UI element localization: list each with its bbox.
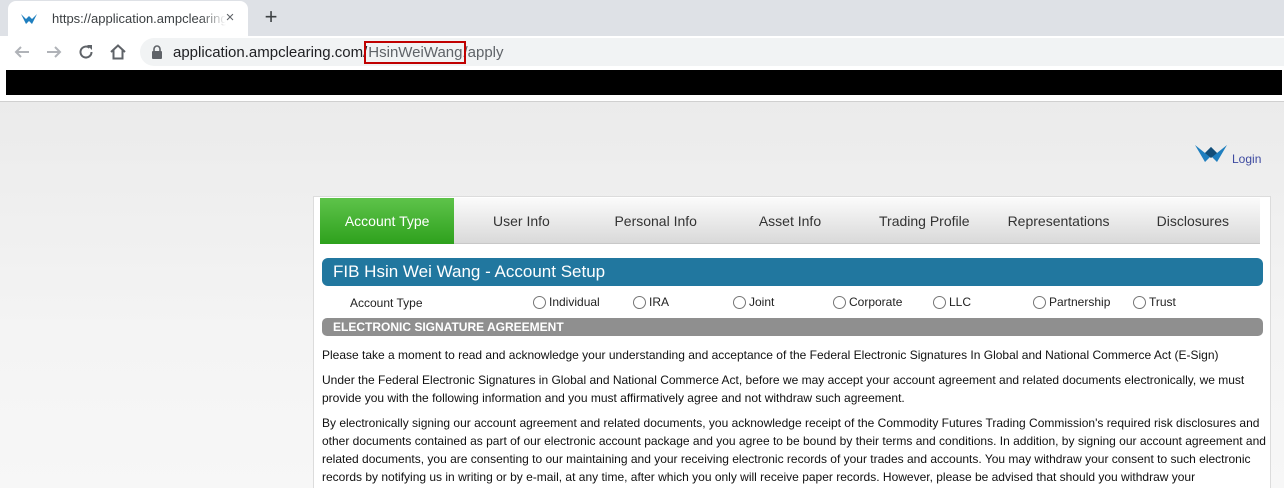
esign-paragraph: By electronically signing our account ag…: [322, 416, 1266, 484]
arrow-left-icon: [14, 46, 29, 58]
esign-paragraph: Under the Federal Electronic Signatures …: [322, 373, 1245, 405]
radio-label: Individual: [549, 295, 600, 309]
amp-logo-icon: [1195, 145, 1227, 162]
amp-favicon-icon: [21, 13, 37, 24]
reload-button[interactable]: [74, 40, 98, 64]
url-highlighted-segment: HsinWeiWang: [364, 40, 467, 64]
tab-account-type[interactable]: Account Type: [320, 198, 455, 244]
radio-label: Corporate: [849, 295, 903, 309]
tab-trading-profile[interactable]: Trading Profile: [857, 198, 991, 244]
page-background: Login Account Type User Info Personal In…: [0, 102, 1284, 488]
account-setup-header: FIB Hsin Wei Wang - Account Setup: [322, 258, 1263, 286]
redacted-bookmarks-bar: [6, 70, 1282, 95]
account-type-row: Account Type Individual IRA Joint Corpor…: [350, 293, 1270, 313]
browser-tab[interactable]: https://application.ampclearing.com/Hsin…: [8, 1, 248, 36]
esign-heading: ELECTRONIC SIGNATURE AGREEMENT: [322, 318, 1263, 336]
radio-corporate[interactable]: Corporate: [833, 295, 902, 309]
radio-ira[interactable]: IRA: [633, 295, 669, 309]
radio-label: IRA: [649, 295, 670, 309]
radio-joint[interactable]: Joint: [733, 295, 774, 309]
radio-label: Trust: [1149, 295, 1176, 309]
tab-title: https://application.ampclearing.com/Hsin…: [52, 11, 226, 26]
radio-circle[interactable]: [1033, 295, 1046, 309]
radio-circle[interactable]: [533, 295, 546, 309]
tab-user-info[interactable]: User Info: [454, 198, 588, 244]
url-prefix: application.ampclearing.com/: [173, 43, 368, 61]
radio-partnership[interactable]: Partnership: [1033, 295, 1110, 309]
forward-button[interactable]: [42, 40, 66, 64]
radio-label: Partnership: [1049, 295, 1111, 309]
login-link[interactable]: Login: [1232, 152, 1261, 166]
radio-circle[interactable]: [833, 295, 846, 309]
radio-circle[interactable]: [933, 295, 946, 309]
tab-close-icon[interactable]: ×: [222, 10, 238, 26]
tab-representations[interactable]: Representations: [991, 198, 1125, 244]
radio-individual[interactable]: Individual: [533, 295, 600, 309]
url-text: application.ampclearing.com/HsinWeiWang/…: [173, 40, 504, 64]
back-button[interactable]: [10, 40, 34, 64]
new-tab-button[interactable]: +: [260, 6, 282, 28]
tab-disclosures[interactable]: Disclosures: [1126, 198, 1260, 244]
radio-circle[interactable]: [633, 295, 646, 309]
radio-label: LLC: [949, 295, 972, 309]
browser-tabstrip: https://application.ampclearing.com/Hsin…: [0, 0, 1284, 36]
esign-body: Please take a moment to read and acknowl…: [322, 346, 1267, 488]
radio-label: Joint: [749, 295, 775, 309]
arrow-right-icon: [47, 46, 62, 58]
tab-personal-info[interactable]: Personal Info: [589, 198, 723, 244]
radio-llc[interactable]: LLC: [933, 295, 971, 309]
address-bar[interactable]: application.ampclearing.com/HsinWeiWang/…: [140, 38, 1284, 66]
radio-circle[interactable]: [733, 295, 746, 309]
reload-icon: [79, 45, 93, 59]
home-icon: [110, 44, 126, 60]
radio-circle[interactable]: [1133, 295, 1146, 309]
account-type-label: Account Type: [350, 296, 423, 310]
application-panel: Account Type User Info Personal Info Ass…: [313, 196, 1271, 488]
login-area: Login: [1194, 140, 1261, 166]
step-tabs: Account Type User Info Personal Info Ass…: [320, 198, 1260, 244]
tab-asset-info[interactable]: Asset Info: [723, 198, 857, 244]
home-button[interactable]: [106, 40, 130, 64]
url-suffix: /apply: [463, 43, 504, 61]
radio-trust[interactable]: Trust: [1133, 295, 1176, 309]
browser-toolbar: application.ampclearing.com/HsinWeiWang/…: [0, 36, 1284, 69]
esign-paragraph: Please take a moment to read and acknowl…: [322, 348, 1219, 362]
lock-icon[interactable]: [151, 45, 163, 59]
account-setup-title: FIB Hsin Wei Wang - Account Setup: [333, 262, 606, 281]
